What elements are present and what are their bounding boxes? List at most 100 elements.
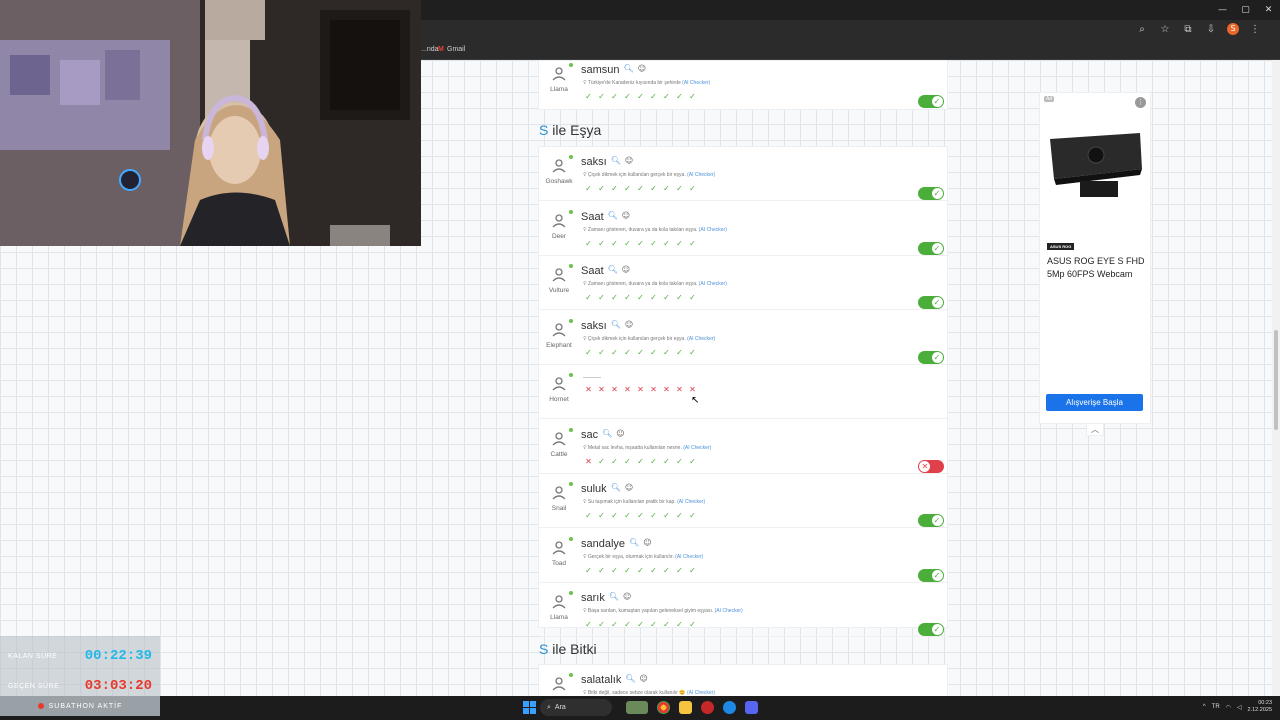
search-icon[interactable]: 🔍︎: [629, 538, 639, 547]
wifi-icon[interactable]: ◠: [1226, 704, 1231, 711]
approval-toggle[interactable]: ✕: [918, 459, 944, 473]
taskbar-search[interactable]: ⌕ Ara: [540, 699, 612, 716]
smile-icon[interactable]: ☺: [622, 211, 630, 220]
smile-icon[interactable]: ☺: [622, 265, 630, 274]
search-icon[interactable]: 🔍︎: [608, 265, 618, 274]
approval-toggle[interactable]: ✓: [918, 350, 944, 364]
player-name: Hornet: [549, 396, 569, 403]
chevron-up-icon[interactable]: ︿: [1086, 424, 1104, 436]
live-dot-icon: [37, 703, 44, 709]
search-icon[interactable]: 🔍︎: [611, 156, 621, 165]
bookmark-item[interactable]: ...nda: [421, 46, 439, 53]
app-icon[interactable]: [723, 701, 736, 714]
webcam-product-image[interactable]: [1046, 129, 1144, 205]
download-icon[interactable]: ⇩: [1204, 24, 1218, 35]
check-icon: ✓: [624, 620, 631, 629]
check-icon: ✓: [689, 347, 696, 357]
check-icon: ✓: [933, 352, 941, 362]
cross-icon: ✕: [676, 385, 683, 394]
menu-icon[interactable]: ⋮: [1248, 24, 1262, 35]
windows-start-icon[interactable]: [523, 701, 536, 714]
ai-description: 💡︎ Başa sarılan, kumaştan yapılan gelene…: [583, 608, 743, 614]
smile-icon[interactable]: ☺: [616, 429, 624, 438]
smile-icon[interactable]: ☺: [625, 483, 633, 492]
check-icon: ✓: [624, 456, 631, 466]
player-name: Snail: [551, 505, 567, 512]
section-title-text: ile Eşya: [552, 122, 602, 138]
check-icon: ✓: [611, 184, 618, 193]
user-avatar-icon: [551, 268, 567, 282]
approval-toggle[interactable]: ✓: [918, 241, 944, 255]
taskbar-widget-icon[interactable]: [626, 701, 648, 714]
app-icon[interactable]: [701, 701, 714, 714]
bookmark-gmail[interactable]: Gmail: [447, 46, 465, 53]
check-icon: ✓: [650, 347, 657, 357]
answer-word-text: Saat: [581, 265, 604, 277]
profile-avatar[interactable]: S: [1227, 23, 1239, 35]
brand-badge: ASUS ROG: [1047, 243, 1075, 250]
search-icon[interactable]: 🔍︎: [611, 320, 621, 329]
approval-toggle[interactable]: ✓: [918, 568, 944, 582]
answer-word-text: salatalık: [581, 674, 622, 686]
extensions-icon[interactable]: ⧉: [1181, 24, 1195, 35]
smile-icon[interactable]: ☺: [625, 320, 633, 329]
smile-icon[interactable]: ☺: [638, 64, 646, 73]
maximize-button[interactable]: ▢: [1234, 0, 1257, 20]
online-indicator: [569, 373, 573, 377]
check-icon: ✓: [585, 511, 592, 520]
entry-row: Vulture Saat 🔍︎ ☺ 💡︎ Zamanı gösteren, duvara…: [539, 256, 949, 310]
discord-icon[interactable]: [745, 701, 758, 714]
cross-icon: ✕: [650, 385, 657, 394]
desc-text: Türkiye'de Karadeniz kıyısında bir şehir…: [587, 80, 681, 86]
answer-word-text: suluk: [581, 483, 607, 495]
check-icon: ✓: [585, 620, 592, 629]
bookmark-star-icon[interactable]: ☆: [1158, 24, 1172, 35]
search-icon[interactable]: 🔍︎: [611, 483, 621, 492]
check-icon: ✓: [611, 92, 618, 101]
language-indicator[interactable]: TR: [1212, 704, 1220, 710]
volume-icon[interactable]: ◁: [1237, 704, 1242, 711]
clock[interactable]: 00:23 2.12.2025: [1248, 700, 1272, 714]
ai-description: 💡︎ Çiçek dikmek için kullanılan gerçek b…: [583, 172, 716, 178]
check-icon: ✓: [624, 293, 631, 302]
check-icon: ✓: [663, 347, 670, 357]
ai-description: 💡︎ Türkiye'de Karadeniz kıyısında bir şe…: [583, 80, 711, 86]
search-icon[interactable]: 🔍︎: [625, 674, 635, 683]
smile-icon[interactable]: ☺: [623, 592, 631, 601]
search-icon[interactable]: 🔍︎: [609, 592, 619, 601]
minimize-button[interactable]: —: [1211, 0, 1234, 20]
check-icon: ✓: [933, 570, 941, 580]
approval-toggle[interactable]: ✓: [918, 514, 944, 527]
check-icon: ✓: [637, 347, 644, 357]
ad-panel[interactable]: Ad ⋮ ASUS ROG ASUS ROG EYE S FHD 5Mp 60F…: [1039, 92, 1151, 424]
chrome-icon[interactable]: [657, 701, 670, 714]
ai-description: 💡︎ Metal sac levha, inşaatta kullanılan …: [583, 444, 712, 451]
scrollbar-thumb[interactable]: [1274, 330, 1278, 430]
smile-icon[interactable]: ☺: [643, 538, 651, 547]
approval-toggle[interactable]: ✓: [918, 623, 944, 636]
check-icon: ✓: [611, 347, 618, 357]
close-button[interactable]: ✕: [1257, 0, 1280, 20]
ai-checker-label: (AI Checker): [682, 80, 711, 86]
search-icon[interactable]: 🔍︎: [608, 211, 618, 220]
shop-button[interactable]: Alışverişe Başla: [1046, 394, 1143, 411]
page-scrollbar[interactable]: [1272, 60, 1280, 696]
ad-product-title[interactable]: ASUS ROG EYE S FHD 5Mp 60FPS Webcam: [1047, 255, 1147, 280]
search-icon[interactable]: 🔍︎: [624, 64, 634, 73]
check-icon: ✓: [689, 184, 696, 193]
online-indicator: [569, 591, 573, 595]
zoom-icon[interactable]: ⌕: [1135, 24, 1149, 35]
smile-icon[interactable]: ☺: [640, 674, 648, 683]
search-icon[interactable]: 🔍︎: [602, 429, 612, 438]
ai-checker-label: (AI Checker): [698, 226, 727, 233]
player-name: Llama: [550, 614, 568, 621]
chevron-up-icon[interactable]: ^: [1203, 704, 1206, 710]
approval-toggle[interactable]: ✓: [918, 187, 944, 200]
smile-icon[interactable]: ☺: [625, 156, 633, 165]
approval-toggle[interactable]: ✓: [918, 296, 944, 309]
approval-toggle[interactable]: ✓: [918, 95, 944, 108]
ad-options-icon[interactable]: ⋮: [1135, 97, 1146, 108]
remaining-label: KALAN SÜRE: [8, 653, 58, 660]
file-explorer-icon[interactable]: [679, 701, 692, 714]
answer-word: Saat 🔍︎ ☺: [581, 211, 630, 223]
